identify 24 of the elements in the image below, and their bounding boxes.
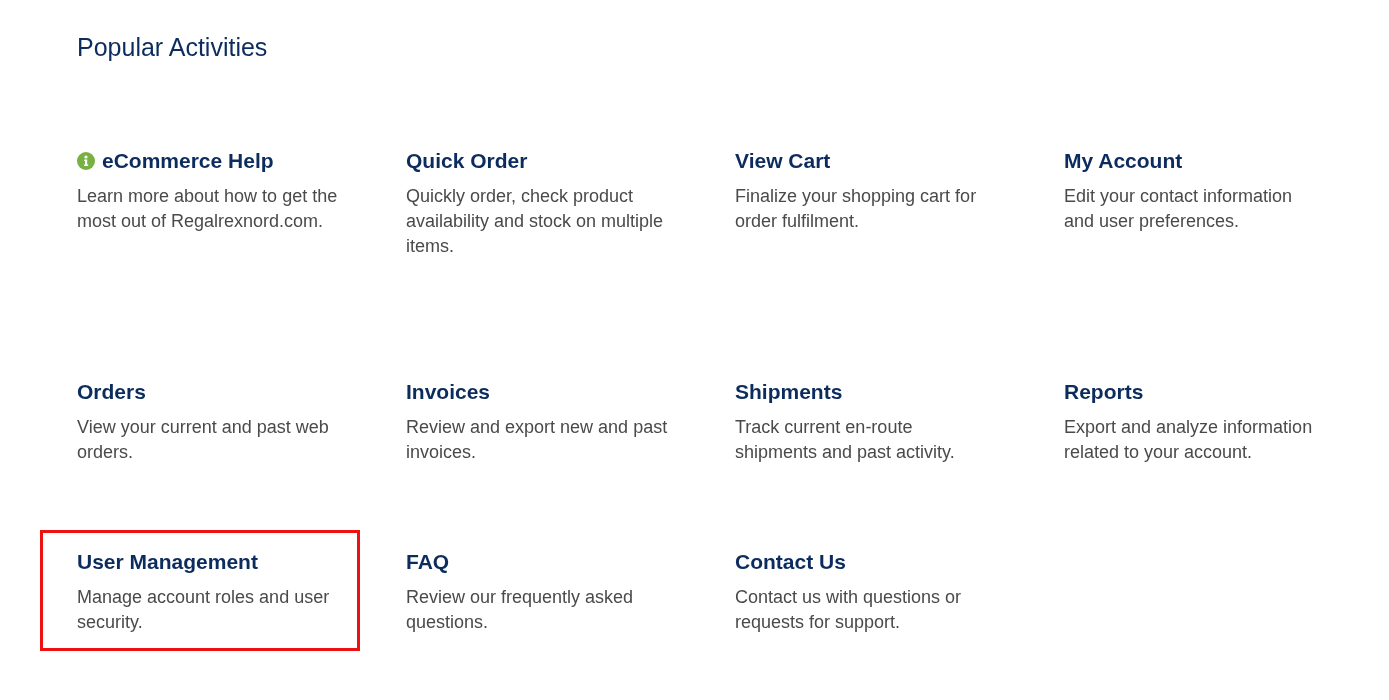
activity-description: View your current and past web orders. <box>77 416 330 464</box>
activity-link[interactable]: Invoices <box>406 379 491 405</box>
activity-description: Edit your contact information and user preferences. <box>1064 185 1294 233</box>
info-icon <box>77 152 95 170</box>
activity-description: Learn more about how to get the most out of Regalrexnord.com. <box>77 185 339 233</box>
activity-description: Manage account roles and user security. <box>77 586 331 634</box>
activity-description: Contact us with questions or requests for support. <box>735 586 963 634</box>
activity-link[interactable]: FAQ <box>406 549 450 575</box>
section-heading: Popular Activities <box>77 32 268 62</box>
activity-link[interactable]: User Management <box>77 549 258 575</box>
activity-link[interactable]: eCommerce Help <box>102 148 274 174</box>
activity-description: Export and analyze information related to your account. <box>1064 416 1314 464</box>
activity-link[interactable]: Quick Order <box>406 148 528 174</box>
activity-link[interactable]: Reports <box>1064 379 1144 405</box>
activity-description: Review our frequently asked questions. <box>406 586 635 634</box>
activity-description: Track current en-route shipments and past activity. <box>735 416 956 464</box>
activity-link[interactable]: Orders <box>77 379 146 405</box>
activity-description: Finalize your shopping cart for order fulfilment. <box>735 185 978 233</box>
activity-link[interactable]: View Cart <box>735 148 831 174</box>
activity-link[interactable]: Shipments <box>735 379 843 405</box>
activity-description: Review and export new and past invoices. <box>406 416 668 464</box>
activity-link[interactable]: My Account <box>1064 148 1183 174</box>
activity-link[interactable]: Contact Us <box>735 549 846 575</box>
activity-description: Quickly order, check product availability and stock on multiple items. <box>406 185 665 258</box>
